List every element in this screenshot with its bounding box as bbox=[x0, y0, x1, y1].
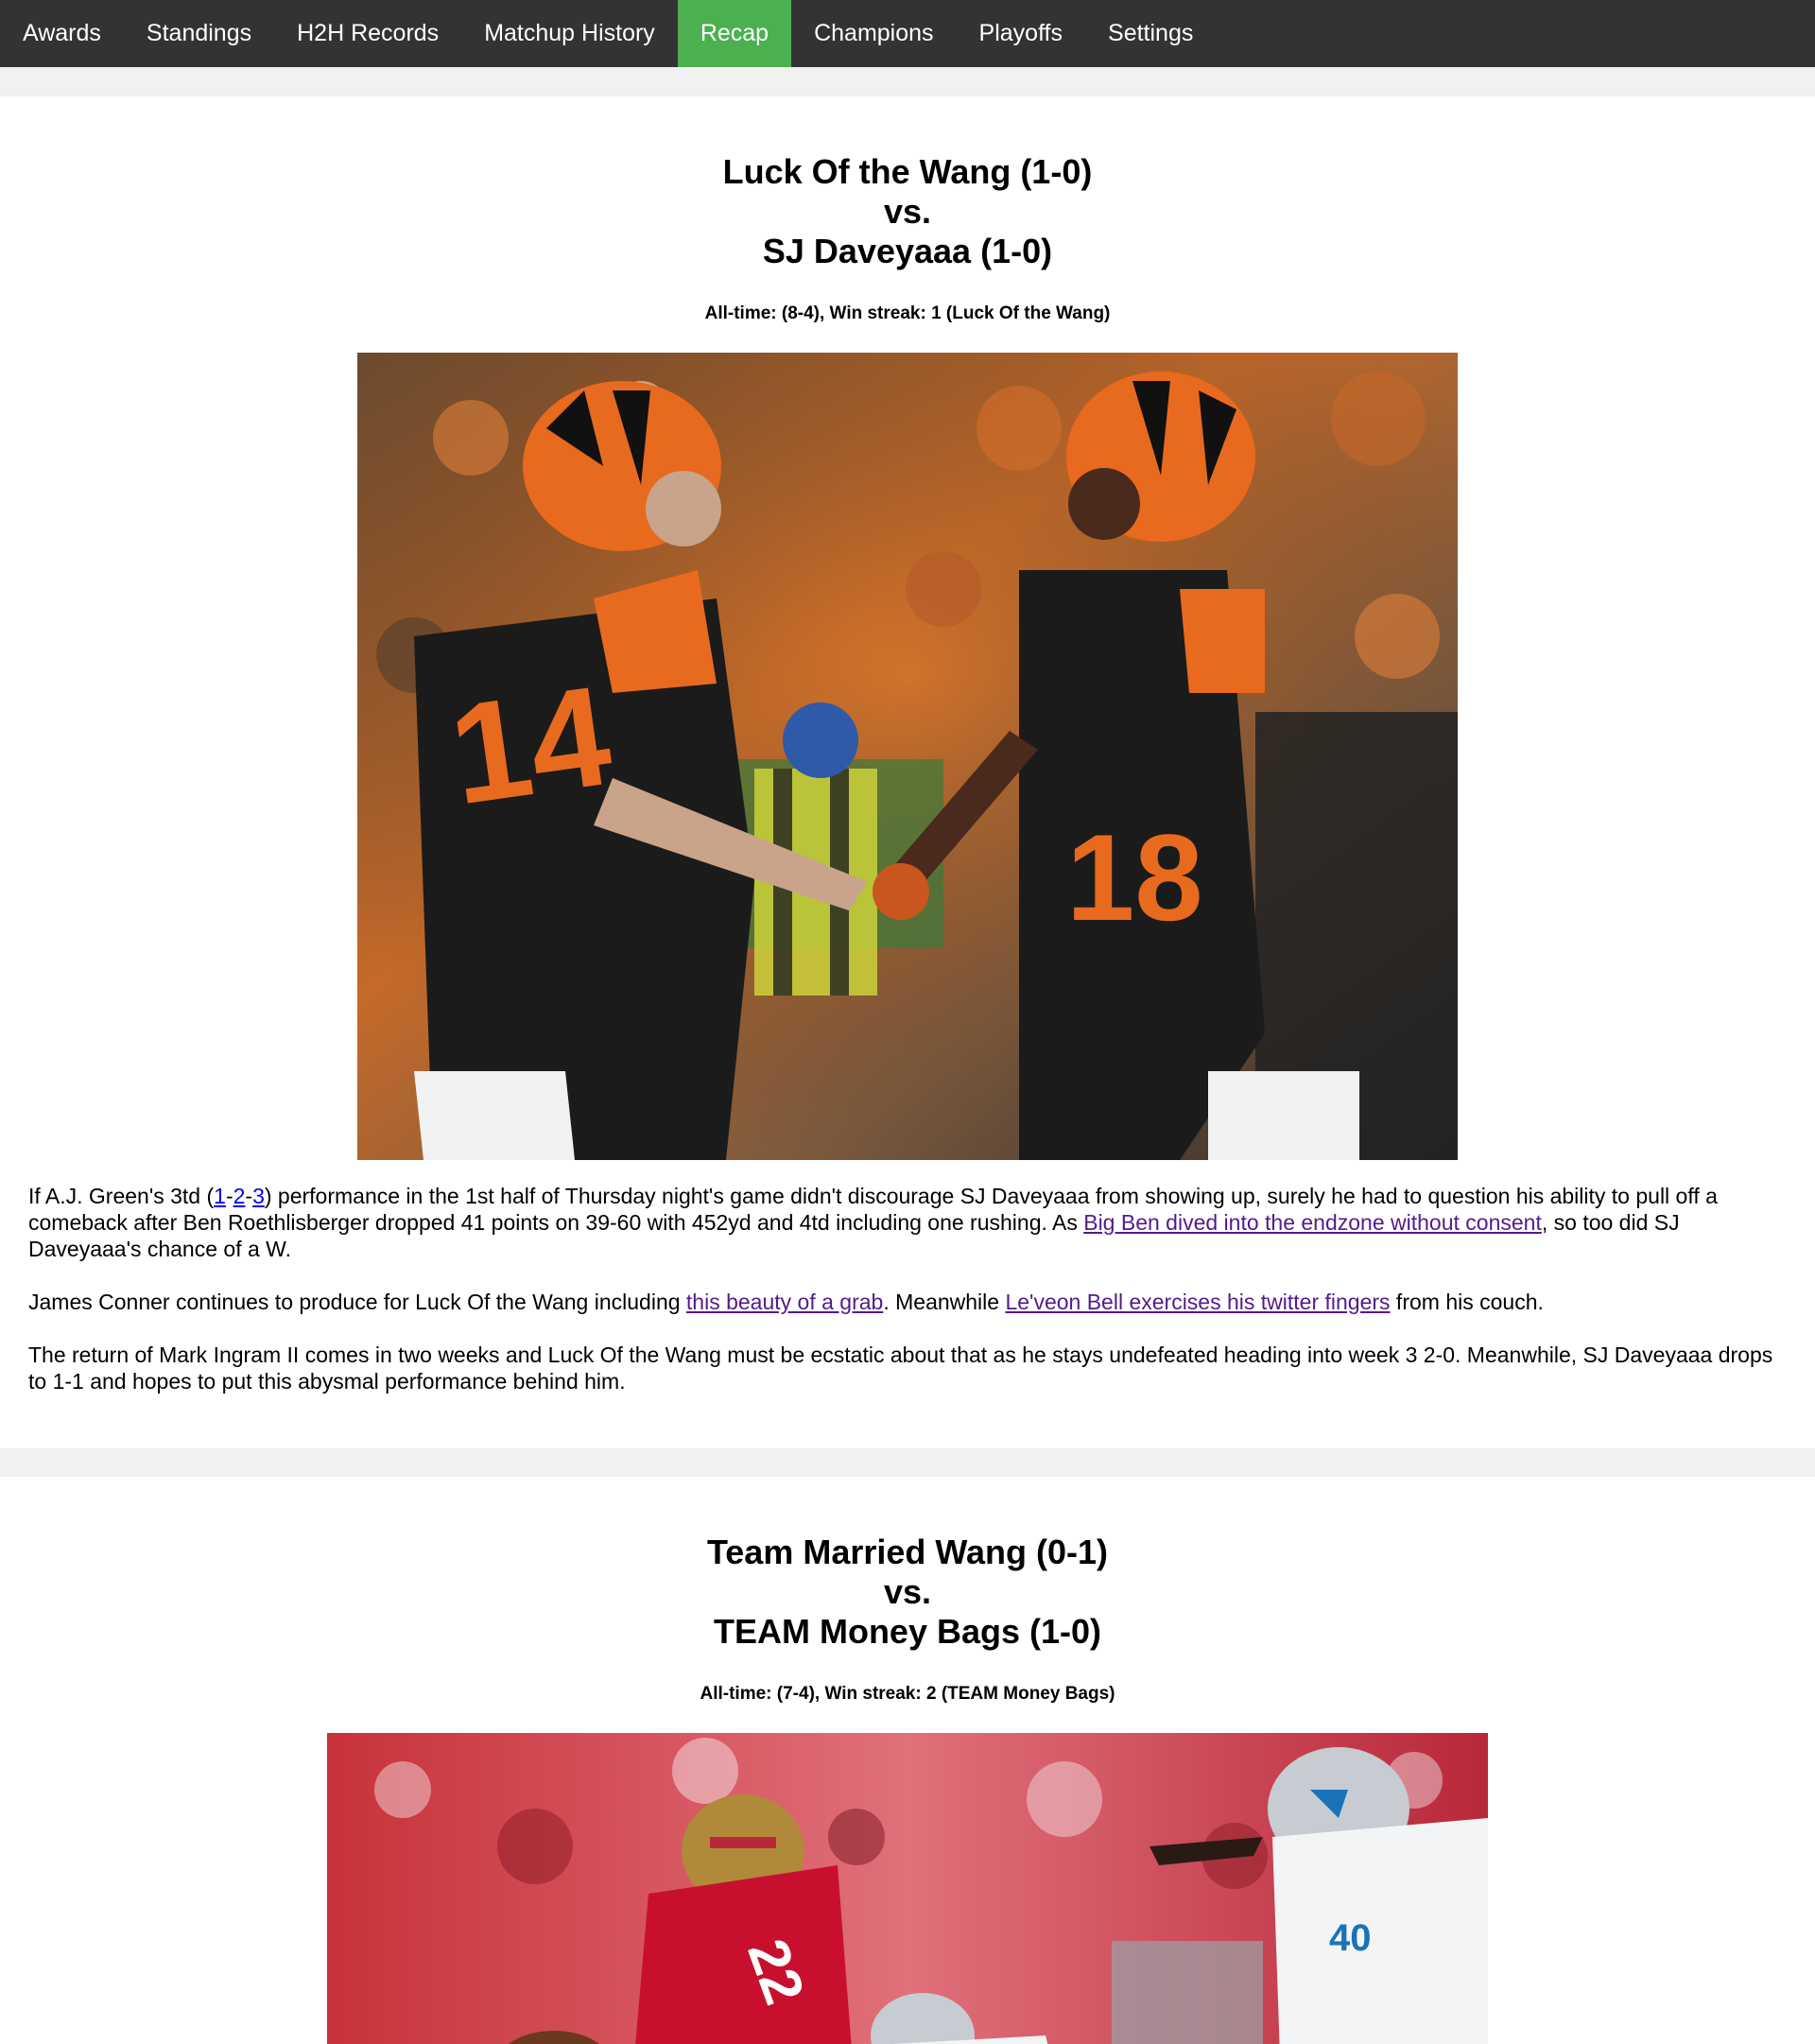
text-run: The return of Mark Ingram II comes in tw… bbox=[28, 1342, 1773, 1394]
alltime-record: All-time: (7-4), Win streak: 2 (TEAM Mon… bbox=[700, 1684, 1115, 1704]
matchup-photo-wrap: 14 18 bbox=[28, 353, 1787, 1160]
nav-awards[interactable]: Awards bbox=[0, 0, 124, 67]
nav-h2h-records[interactable]: H2H Records bbox=[274, 0, 461, 67]
nav-champions[interactable]: Champions bbox=[791, 0, 956, 67]
text-run: from his couch. bbox=[1390, 1290, 1544, 1314]
team2-name: SJ Daveyaaa (1-0) bbox=[762, 232, 1053, 270]
svg-text:18: 18 bbox=[1066, 808, 1203, 946]
text-run: - bbox=[245, 1184, 253, 1208]
vs-label: vs. bbox=[883, 192, 932, 231]
td-link-1[interactable]: 1 bbox=[214, 1184, 226, 1208]
alltime-record: All-time: (8-4), Win streak: 1 (Luck Of … bbox=[704, 303, 1111, 323]
card-separator bbox=[0, 1448, 1815, 1477]
text-run: James Conner continues to produce for Lu… bbox=[28, 1290, 686, 1314]
text-run: - bbox=[225, 1184, 233, 1208]
recap-text: If A.J. Green's 3td (1-2-3) performance … bbox=[28, 1183, 1787, 1394]
nav-standings[interactable]: Standings bbox=[124, 0, 274, 67]
grab-link[interactable]: this beauty of a grab bbox=[686, 1290, 883, 1314]
matchup-title: Team Married Wang (0-1) vs. TEAM Money B… bbox=[28, 1477, 1787, 1652]
nav-playoffs[interactable]: Playoffs bbox=[957, 0, 1085, 67]
twitter-link[interactable]: Le'veon Bell exercises his twitter finge… bbox=[1005, 1290, 1390, 1314]
recap-paragraph: The return of Mark Ingram II comes in tw… bbox=[28, 1342, 1787, 1394]
recap-paragraph: If A.J. Green's 3td (1-2-3) performance … bbox=[28, 1183, 1787, 1262]
team1-name: Luck Of the Wang (1-0) bbox=[722, 152, 1093, 191]
nav-recap[interactable]: Recap bbox=[677, 0, 792, 67]
team2-name: TEAM Money Bags (1-0) bbox=[713, 1612, 1102, 1651]
td-link-2[interactable]: 2 bbox=[233, 1184, 246, 1208]
football-game-action-photo: 22 40 bbox=[327, 1733, 1488, 2044]
nav-matchup-history[interactable]: Matchup History bbox=[461, 0, 678, 67]
vs-label: vs. bbox=[883, 1572, 932, 1611]
matchup-title: Luck Of the Wang (1-0) vs. SJ Daveyaaa (… bbox=[28, 96, 1787, 271]
text-run: If A.J. Green's 3td ( bbox=[28, 1184, 215, 1208]
matchup-card: Team Married Wang (0-1) vs. TEAM Money B… bbox=[0, 1477, 1815, 2044]
football-players-handshake-photo: 14 18 bbox=[357, 353, 1458, 1160]
team1-name: Team Married Wang (0-1) bbox=[706, 1533, 1109, 1571]
matchup-photo-wrap: 22 40 bbox=[28, 1733, 1787, 2044]
td-link-3[interactable]: 3 bbox=[252, 1184, 265, 1208]
nav-settings[interactable]: Settings bbox=[1085, 0, 1216, 67]
recap-paragraph: James Conner continues to produce for Lu… bbox=[28, 1289, 1787, 1315]
top-nav: Awards Standings H2H Records Matchup His… bbox=[0, 0, 1815, 67]
page-gap bbox=[0, 67, 1815, 96]
text-run: . Meanwhile bbox=[883, 1290, 1006, 1314]
svg-text:40: 40 bbox=[1329, 1917, 1372, 1959]
svg-text:14: 14 bbox=[441, 655, 620, 835]
big-ben-link[interactable]: Big Ben dived into the endzone without c… bbox=[1083, 1210, 1542, 1235]
matchup-card: Luck Of the Wang (1-0) vs. SJ Daveyaaa (… bbox=[0, 96, 1815, 1448]
